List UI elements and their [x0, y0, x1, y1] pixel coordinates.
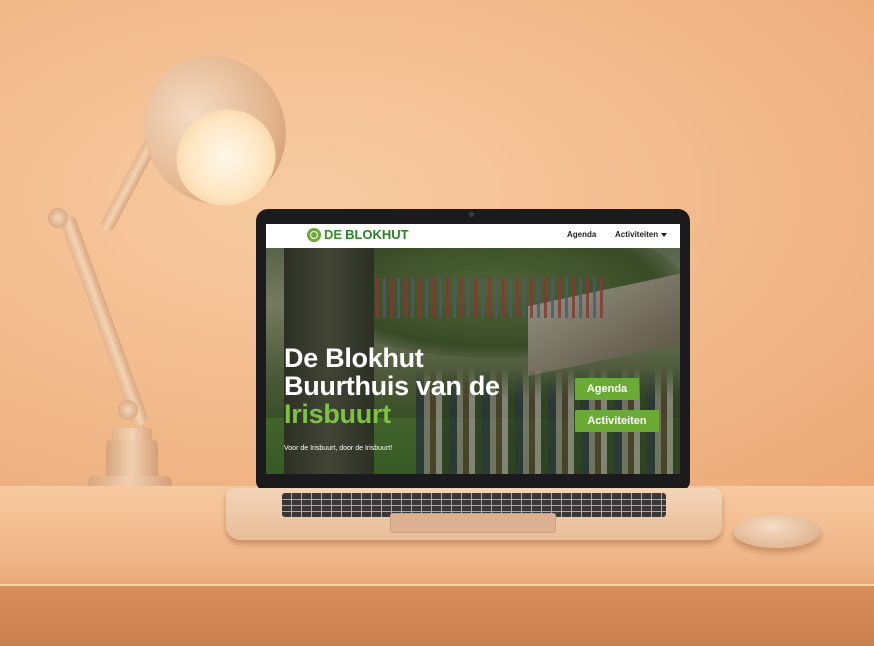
nav-activiteiten-link[interactable]: Activiteiten — [615, 230, 658, 239]
laptop-screen: DE BLOKHUT Agenda Activiteiten De Blokhu… — [266, 224, 680, 474]
keyboard-row-divider — [282, 499, 666, 500]
nav-agenda-link[interactable]: Agenda — [567, 230, 596, 239]
site-logo[interactable]: DE BLOKHUT — [307, 227, 409, 242]
hero-title-line1: De Blokhut — [284, 343, 424, 373]
caret-down-icon[interactable] — [661, 233, 667, 237]
scene: DE BLOKHUT Agenda Activiteiten De Blokhu… — [0, 0, 874, 646]
lamp-joint-icon — [118, 400, 138, 420]
laptop-trackpad — [390, 513, 556, 533]
desk-front — [0, 586, 874, 646]
lamp-stand — [106, 440, 158, 480]
logo-name: BLOKHUT — [345, 227, 409, 242]
hero-subtitle: Voor de Irisbuurt, door de Irisbuurt! — [284, 445, 393, 452]
hero-title: De Blokhut Buurthuis van de Irisbuurt — [284, 344, 500, 428]
computer-mouse — [733, 515, 821, 548]
site-navbar: DE BLOKHUT Agenda Activiteiten — [266, 224, 680, 248]
activiteiten-button[interactable]: Activiteiten — [575, 410, 659, 432]
hero-section: De Blokhut Buurthuis van de Irisbuurt Vo… — [266, 248, 680, 474]
logo-prefix: DE — [324, 227, 343, 242]
hero-title-highlight: Irisbuurt — [284, 399, 391, 429]
lamp-joint-icon — [48, 208, 68, 228]
logo-circle-icon — [307, 227, 321, 242]
keyboard-row-divider — [282, 505, 666, 506]
hero-title-line2: Buurthuis van de — [284, 371, 500, 401]
agenda-button[interactable]: Agenda — [575, 378, 639, 400]
webcam-icon — [469, 212, 474, 217]
keyboard-row-divider — [282, 511, 666, 512]
